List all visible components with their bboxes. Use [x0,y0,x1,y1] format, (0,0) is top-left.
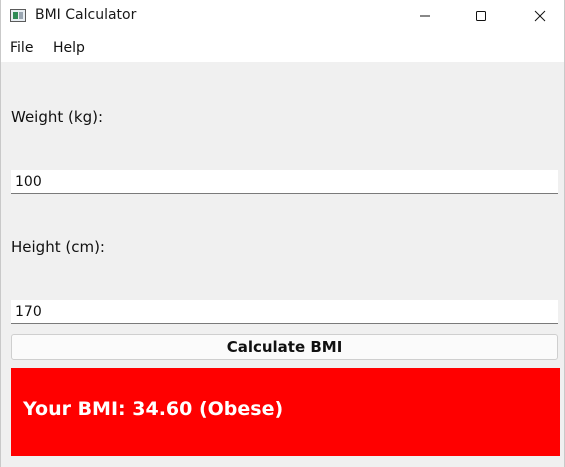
close-icon [534,10,546,22]
window-title: BMI Calculator [35,7,137,23]
bmi-calculator-window: BMI Calculator File Help Weight (kg): He… [0,0,565,467]
bmi-result-panel: Your BMI: 34.60 (Obese) [11,368,560,456]
height-input[interactable] [11,300,558,324]
title-bar: BMI Calculator [1,0,564,33]
menu-help[interactable]: Help [53,40,85,56]
maximize-button[interactable] [458,0,504,32]
menu-bar: File Help [1,33,564,62]
minimize-button[interactable] [402,0,448,32]
height-label: Height (cm): [11,238,105,256]
bmi-result-text: Your BMI: 34.60 (Obese) [23,398,284,420]
maximize-icon [476,11,486,21]
minimize-icon [420,15,430,17]
weight-label: Weight (kg): [11,108,103,126]
menu-file[interactable]: File [10,40,33,56]
weight-input[interactable] [11,170,558,194]
close-button[interactable] [517,0,563,32]
calculate-bmi-button[interactable]: Calculate BMI [11,334,558,360]
app-window-icon [10,9,26,22]
